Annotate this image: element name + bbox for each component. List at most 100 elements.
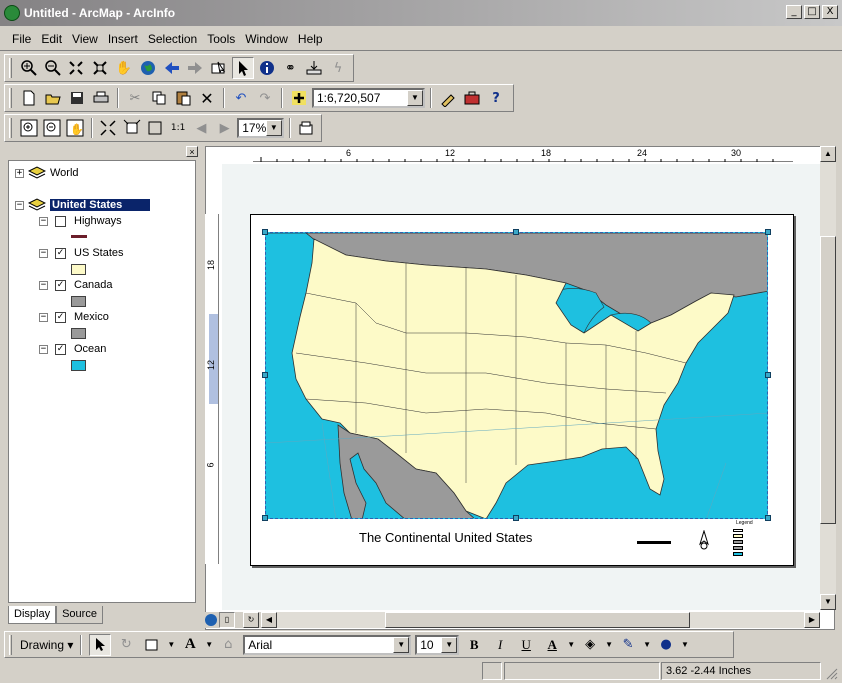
chevron-down-icon[interactable]: ▼	[681, 640, 689, 649]
sublayer-ocean[interactable]: − ✓ Ocean	[39, 341, 106, 357]
collapse-toggle[interactable]: −	[39, 248, 48, 258]
full-extent-globe-icon[interactable]	[137, 57, 159, 79]
font-color-icon[interactable]: A	[541, 634, 563, 656]
menu-insert[interactable]: Insert	[104, 32, 142, 46]
underline-button[interactable]: U	[515, 634, 537, 656]
marker-color-icon[interactable]: ●	[655, 634, 677, 656]
tab-display[interactable]: Display	[8, 606, 57, 624]
select-features-icon[interactable]	[208, 57, 230, 79]
hyperlink-lightning-icon[interactable]: ϟ	[327, 57, 349, 79]
zoom-in-icon[interactable]	[18, 57, 40, 79]
chevron-down-icon[interactable]: ▼	[205, 640, 213, 649]
chevron-down-icon[interactable]: ▼	[167, 640, 175, 649]
fixed-zoom-out-page-icon[interactable]	[144, 117, 165, 139]
save-disk-icon[interactable]	[66, 87, 88, 109]
resize-handle[interactable]	[513, 229, 519, 235]
scroll-thumb[interactable]	[385, 612, 690, 628]
chevron-down-icon[interactable]: ▼	[393, 636, 410, 653]
close-button[interactable]: X	[822, 5, 838, 19]
menu-help[interactable]: Help	[294, 32, 327, 46]
font-size-combo[interactable]: 10 ▼	[415, 634, 460, 655]
delete-x-icon[interactable]: ✕	[196, 87, 218, 109]
vertical-scrollbar[interactable]: ▲ ▼	[820, 146, 836, 610]
tab-source[interactable]: Source	[56, 606, 103, 624]
paste-icon[interactable]	[172, 87, 194, 109]
fixed-zoom-in-page-icon[interactable]	[121, 117, 142, 139]
layout-zoom-combo[interactable]: 17% ▼	[237, 118, 284, 138]
collapse-toggle[interactable]: −	[39, 312, 48, 322]
layer-world[interactable]: + World	[15, 165, 79, 181]
chevron-down-icon[interactable]: ▼	[265, 120, 282, 136]
find-binoculars-icon[interactable]: ⚭	[280, 57, 302, 79]
resize-handle[interactable]	[765, 515, 771, 521]
expand-toggle[interactable]: −	[15, 200, 24, 210]
horizontal-scrollbar[interactable]: ▯ ↻ ◀ ▶	[205, 612, 820, 628]
chevron-down-icon[interactable]: ▼	[441, 636, 458, 653]
copy-icon[interactable]	[148, 87, 170, 109]
open-folder-icon[interactable]	[42, 87, 64, 109]
select-elements-arrow-icon[interactable]	[232, 57, 254, 79]
scroll-thumb[interactable]	[820, 236, 836, 524]
toolbar-grip[interactable]	[9, 634, 12, 655]
scroll-left-arrow-icon[interactable]: ◀	[261, 612, 277, 628]
collapse-toggle[interactable]: −	[39, 216, 48, 226]
cut-scissors-icon[interactable]: ✂	[124, 87, 146, 109]
layer-visibility-checkbox[interactable]: ✓	[55, 279, 66, 291]
resize-handle[interactable]	[513, 515, 519, 521]
toolbar-grip[interactable]	[9, 58, 12, 78]
resize-handle[interactable]	[262, 372, 268, 378]
toggle-draft-mode-icon[interactable]	[296, 117, 317, 139]
maximize-button[interactable]: □	[804, 5, 820, 19]
chevron-down-icon[interactable]: ▼	[605, 640, 613, 649]
rectangle-icon[interactable]	[141, 634, 163, 656]
sublayer-us-states[interactable]: − ✓ US States	[39, 245, 124, 261]
layer-visibility-checkbox[interactable]: ✓	[55, 343, 66, 355]
scale-bar[interactable]	[637, 541, 671, 544]
rotate-icon[interactable]: ↻	[115, 634, 137, 656]
zoom-out-icon[interactable]	[42, 57, 64, 79]
collapse-toggle[interactable]: −	[39, 344, 48, 354]
font-name-combo[interactable]: Arial ▼	[243, 634, 412, 655]
previous-extent-icon[interactable]: ◀	[191, 117, 212, 139]
canada-fill-symbol[interactable]	[71, 296, 86, 307]
minimize-button[interactable]: _	[786, 5, 802, 19]
line-color-pen-icon[interactable]: ✎	[617, 634, 639, 656]
print-icon[interactable]	[90, 87, 112, 109]
resize-grip-icon[interactable]	[824, 666, 838, 680]
toc-close-button[interactable]: ×	[186, 146, 198, 157]
bold-button[interactable]: B	[463, 634, 485, 656]
layer-visibility-checkbox[interactable]: ✓	[55, 311, 66, 323]
menu-file[interactable]: File	[8, 32, 35, 46]
back-arrow-icon[interactable]	[161, 57, 183, 79]
undo-icon[interactable]: ↶	[230, 87, 252, 109]
scroll-right-arrow-icon[interactable]: ▶	[804, 612, 820, 628]
new-text-icon[interactable]: A	[179, 634, 201, 656]
layer-united-states[interactable]: − United States	[15, 197, 151, 213]
scroll-up-arrow-icon[interactable]: ▲	[820, 146, 836, 162]
arctoolbox-icon[interactable]	[461, 87, 483, 109]
menu-tools[interactable]: Tools	[203, 32, 239, 46]
north-arrow-icon[interactable]	[697, 529, 711, 550]
edit-vertices-icon[interactable]: ⌂	[217, 634, 239, 656]
map-scale-combo[interactable]: 1:6,720,507 ▼	[312, 88, 425, 108]
us-states-fill-symbol[interactable]	[71, 264, 86, 275]
fixed-zoom-in-icon[interactable]	[66, 57, 88, 79]
editor-toolbar-icon[interactable]	[437, 87, 459, 109]
layer-visibility-checkbox[interactable]	[55, 215, 66, 227]
scroll-down-arrow-icon[interactable]: ▼	[820, 594, 836, 610]
new-document-icon[interactable]	[18, 87, 40, 109]
menu-view[interactable]: View	[68, 32, 102, 46]
forward-arrow-icon[interactable]	[184, 57, 206, 79]
fixed-zoom-out-icon[interactable]	[89, 57, 111, 79]
sublayer-canada[interactable]: − ✓ Canada	[39, 277, 113, 293]
zoom-whole-page-icon[interactable]	[98, 117, 119, 139]
chevron-down-icon[interactable]: ▼	[567, 640, 575, 649]
map-title-text[interactable]: The Continental United States	[359, 530, 532, 545]
select-elements-arrow-icon[interactable]	[89, 633, 112, 656]
measure-icon[interactable]	[303, 57, 325, 79]
chevron-down-icon[interactable]: ▼	[407, 90, 423, 106]
layer-visibility-checkbox[interactable]: ✓	[55, 247, 66, 259]
fill-color-bucket-icon[interactable]: ◈	[579, 634, 601, 656]
zoom-100-icon[interactable]: 1:1	[167, 117, 188, 139]
resize-handle[interactable]	[262, 515, 268, 521]
